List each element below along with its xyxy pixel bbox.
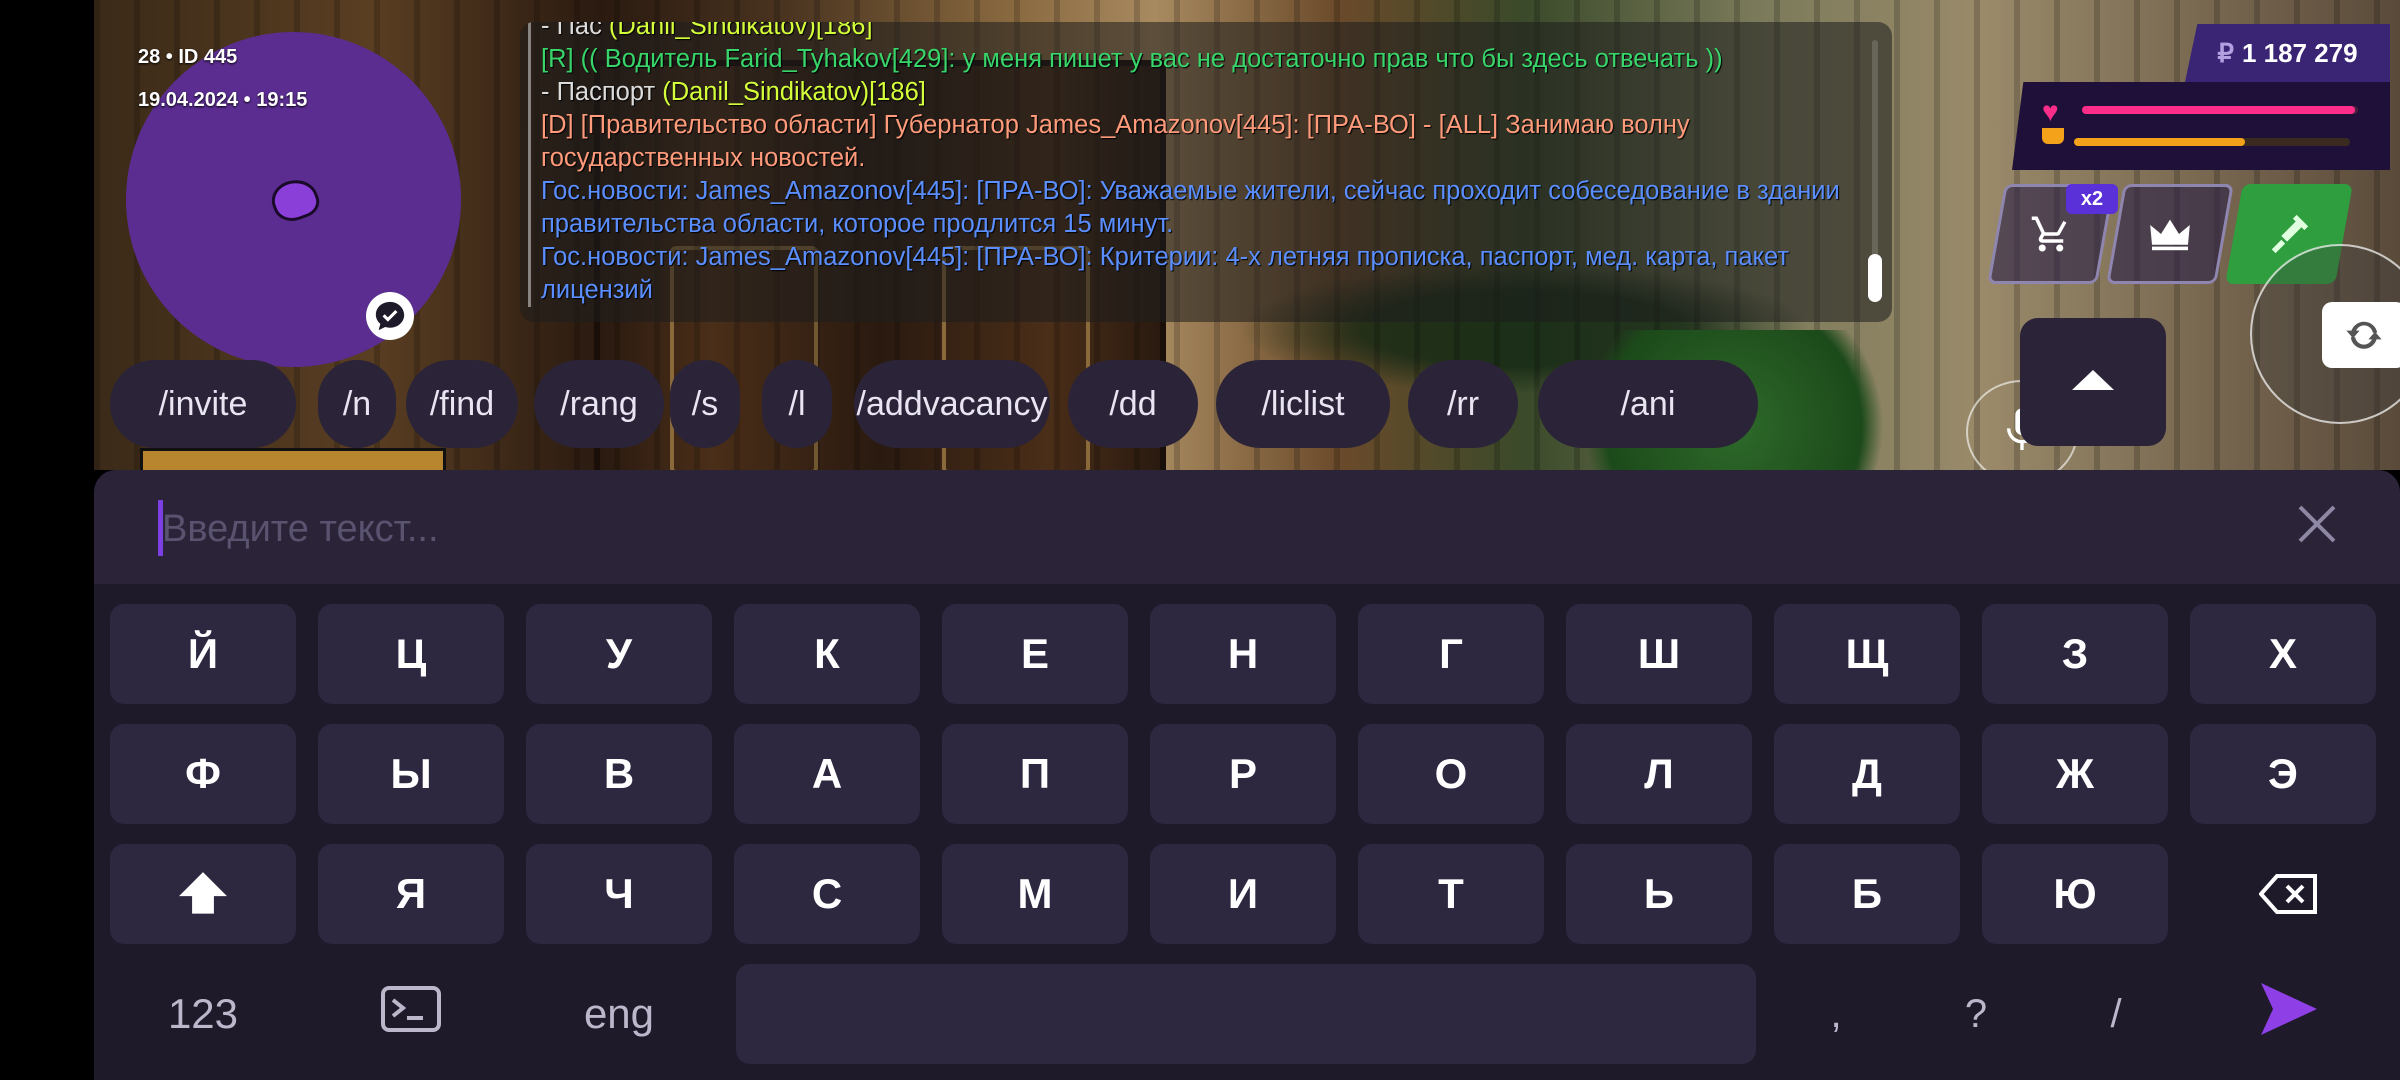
key[interactable]: П	[942, 724, 1128, 824]
money-amount: 1 187 279	[2241, 37, 2358, 68]
command-chip[interactable]: /liclist	[1216, 360, 1390, 448]
space-key[interactable]	[736, 964, 1756, 1064]
key[interactable]: Х	[2190, 604, 2376, 704]
chat-window[interactable]: - Пас (Danil_Sindikatov)[186] [R] (( Води…	[520, 22, 1892, 322]
terminal-key[interactable]	[318, 964, 504, 1064]
key[interactable]: Н	[1150, 604, 1336, 704]
chat-message: [D] [Правительство области] Губернатор J…	[528, 109, 1852, 175]
money-display: ₽ 1 187 279	[2185, 24, 2390, 82]
chat-scroll-thumb[interactable]	[1868, 254, 1882, 302]
slash-key[interactable]: /	[2076, 964, 2156, 1064]
key[interactable]: М	[942, 844, 1128, 944]
chat-message-text: Гос.новости: James_Amazonov[445]: [ПРА-В…	[541, 177, 1840, 238]
donate-button[interactable]	[2106, 184, 2234, 284]
command-chip[interactable]: /ani	[1538, 360, 1758, 448]
chat-message-text: Гос.новости: James_Amazonov[445]: [ПРА-В…	[541, 243, 1789, 304]
command-chip[interactable]: /rr	[1408, 360, 1518, 448]
key[interactable]: И	[1150, 844, 1336, 944]
question-key[interactable]: ?	[1936, 964, 2016, 1064]
key[interactable]: Р	[1150, 724, 1336, 824]
ruble-icon: ₽	[2217, 37, 2234, 68]
heart-icon: ♥	[2042, 96, 2059, 127]
chat-message: - Паспорт (Danil_Sindikatov)[186]	[528, 76, 1852, 109]
x2-badge: x2	[2066, 184, 2118, 214]
key[interactable]: Г	[1358, 604, 1544, 704]
key[interactable]: Т	[1358, 844, 1544, 944]
command-chip[interactable]: /rang	[534, 360, 664, 448]
datetime-label: 19.04.2024 • 19:15	[138, 89, 308, 111]
command-chip[interactable]: /addvacancy	[854, 360, 1050, 448]
command-chips: /invite/n/find/rang/s/l/addvacancy/dd/li…	[110, 360, 2000, 452]
chat-message: - Пас (Danil_Sindikatov)[186]	[528, 22, 1852, 43]
backspace-key[interactable]	[2196, 844, 2382, 944]
key[interactable]: Ц	[318, 604, 504, 704]
chat-message-text: [D] [Правительство области] Губернатор J…	[541, 111, 1690, 172]
command-chip[interactable]: /l	[762, 360, 832, 448]
camera-rotate-icon[interactable]	[2322, 302, 2400, 368]
hunger-bar-fill	[2074, 138, 2246, 146]
key[interactable]: Э	[2190, 724, 2376, 824]
key[interactable]: Ч	[526, 844, 712, 944]
key[interactable]: Ш	[1566, 604, 1752, 704]
chat-message-text: - Пас	[541, 22, 609, 40]
shift-key[interactable]	[110, 844, 296, 944]
chat-message-text: (Danil_Sindikatov)[186]	[608, 22, 873, 40]
key[interactable]: В	[526, 724, 712, 824]
health-bar-fill	[2082, 106, 2356, 114]
command-chip[interactable]: /find	[406, 360, 518, 448]
health-bar	[2082, 106, 2358, 114]
key[interactable]: Ф	[110, 724, 296, 824]
close-icon[interactable]	[2296, 503, 2338, 545]
numbers-key[interactable]: 123	[110, 964, 296, 1064]
key[interactable]: А	[734, 724, 920, 824]
chat-message: Гос.новости: James_Amazonov[445]: [ПРА-В…	[528, 175, 1852, 241]
key[interactable]: Д	[1774, 724, 1960, 824]
chat-message-text: [R] (( Водитель Farid_Tyhakov[429]: у ме…	[541, 45, 1723, 73]
key[interactable]: О	[1358, 724, 1544, 824]
send-icon	[2257, 979, 2321, 1049]
key[interactable]: Е	[942, 604, 1128, 704]
chat-input[interactable]	[160, 500, 2064, 558]
cart-icon	[2028, 213, 2074, 255]
key[interactable]: Й	[110, 604, 296, 704]
chat-message: Гос.новости: James_Amazonov[445]: [ПРА-В…	[528, 241, 1852, 307]
command-chip[interactable]: /dd	[1068, 360, 1198, 448]
chat-messages: - Пас (Danil_Sindikatov)[186] [R] (( Води…	[528, 22, 1852, 307]
cup-icon	[2042, 128, 2064, 144]
key[interactable]: Ь	[1566, 844, 1752, 944]
key[interactable]: С	[734, 844, 920, 944]
key[interactable]: З	[1982, 604, 2168, 704]
expand-button[interactable]	[2020, 318, 2166, 446]
stats-panel: ♥	[2012, 82, 2390, 170]
language-key[interactable]: eng	[526, 964, 712, 1064]
terminal-icon	[381, 986, 441, 1042]
chat-message: [R] (( Водитель Farid_Tyhakov[429]: у ме…	[528, 43, 1852, 76]
hunger-bar	[2074, 138, 2350, 146]
chat-message-text: (Danil_Sindikatov)[186]	[662, 78, 926, 106]
key[interactable]: У	[526, 604, 712, 704]
command-chip[interactable]: /s	[670, 360, 740, 448]
chat-check-icon[interactable]	[366, 292, 414, 340]
key[interactable]: К	[734, 604, 920, 704]
crown-icon	[2148, 216, 2192, 252]
key[interactable]: Ю	[1982, 844, 2168, 944]
comma-key[interactable]: ,	[1796, 964, 1876, 1064]
key[interactable]: Ы	[318, 724, 504, 824]
chevron-up-icon	[2070, 368, 2116, 397]
command-chip[interactable]: /n	[318, 360, 396, 448]
command-chip[interactable]: /invite	[110, 360, 296, 448]
chat-message-text: - Паспорт	[541, 78, 663, 106]
send-button[interactable]	[2196, 964, 2382, 1064]
key[interactable]: Ж	[1982, 724, 2168, 824]
key[interactable]: Б	[1774, 844, 1960, 944]
key[interactable]: Л	[1566, 724, 1752, 824]
key[interactable]: Щ	[1774, 604, 1960, 704]
key[interactable]: Я	[318, 844, 504, 944]
server-id-label: 28 • ID 445	[138, 46, 238, 68]
